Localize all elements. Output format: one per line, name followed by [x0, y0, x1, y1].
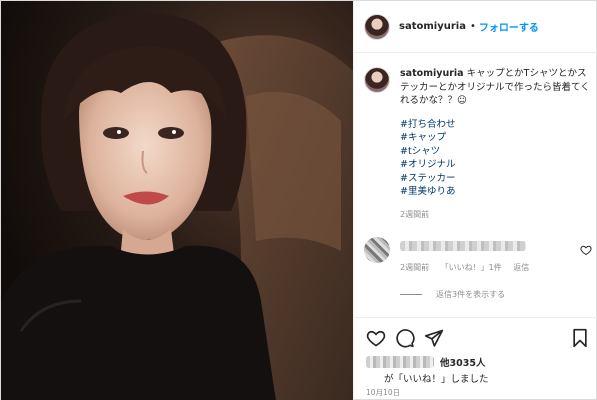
like-summary[interactable]: 他3035人: [366, 355, 485, 369]
hashtag-link[interactable]: #オリジナル: [400, 158, 592, 172]
caption-body: satomiyuria キャップとかTシャツとかステッカーとかオリジナルで作った…: [400, 67, 592, 221]
comment-meta: 2週間前 「いいね！」1件 返信: [400, 262, 538, 273]
post-date: 10月10日: [366, 388, 401, 397]
caption-username[interactable]: satomiyuria: [400, 68, 464, 79]
share-icon[interactable]: [424, 328, 444, 348]
comment-heart-icon[interactable]: [580, 244, 592, 256]
post-caption: satomiyuria キャップとかTシャツとかステッカーとかオリジナルで作った…: [364, 67, 592, 221]
post-header: satomiyuria • フォローする: [354, 1, 597, 53]
hashtag-link[interactable]: #tシャツ: [400, 145, 592, 159]
comment-text-blurred: [400, 241, 526, 251]
comment-reply-button[interactable]: 返信: [513, 263, 529, 272]
caption-avatar[interactable]: [364, 67, 390, 93]
hashtag-link[interactable]: #里美ゆりあ: [400, 185, 592, 199]
likers-names-blurred: [366, 356, 434, 368]
post-side-panel: satomiyuria • フォローする satomiyuria キャップとかT…: [353, 1, 597, 400]
profile-avatar[interactable]: [364, 13, 390, 40]
comment-like-count[interactable]: 「いいね！」1件: [441, 263, 502, 272]
bookmark-icon[interactable]: [570, 328, 590, 348]
view-replies[interactable]: 返信3件を表示する: [400, 289, 505, 300]
hashtag-link[interactable]: #打ち合わせ: [400, 118, 592, 132]
follow-button[interactable]: フォローする: [479, 19, 539, 34]
commenter-avatar-blurred[interactable]: [364, 237, 390, 263]
replies-divider: [400, 294, 422, 295]
comment-item: 2週間前 「いいね！」1件 返信: [364, 237, 594, 277]
comment-timestamp: 2週間前: [400, 263, 430, 272]
caption-timestamp: 2週間前: [400, 209, 430, 219]
hashtag-link[interactable]: #ステッカー: [400, 172, 592, 186]
like-summary-suffix: が「いいね！」しました: [384, 374, 489, 385]
hashtag-list: #打ち合わせ #キャップ #tシャツ #オリジナル #ステッカー #里美ゆりあ: [400, 118, 592, 199]
comment-icon[interactable]: [395, 328, 415, 348]
post-photo[interactable]: [1, 1, 353, 400]
hashtag-link[interactable]: #キャップ: [400, 131, 592, 145]
instagram-post: satomiyuria • フォローする satomiyuria キャップとかT…: [0, 0, 597, 400]
post-actions: 他3035人 が「いいね！」しました 10月10日: [354, 317, 597, 400]
header-username[interactable]: satomiyuria: [399, 21, 466, 32]
heart-icon[interactable]: [366, 328, 386, 348]
view-replies-label[interactable]: 返信3件を表示する: [436, 289, 505, 300]
selfie-image: [1, 1, 353, 400]
header-separator: •: [469, 21, 476, 32]
like-count[interactable]: 他3035人: [440, 355, 485, 369]
